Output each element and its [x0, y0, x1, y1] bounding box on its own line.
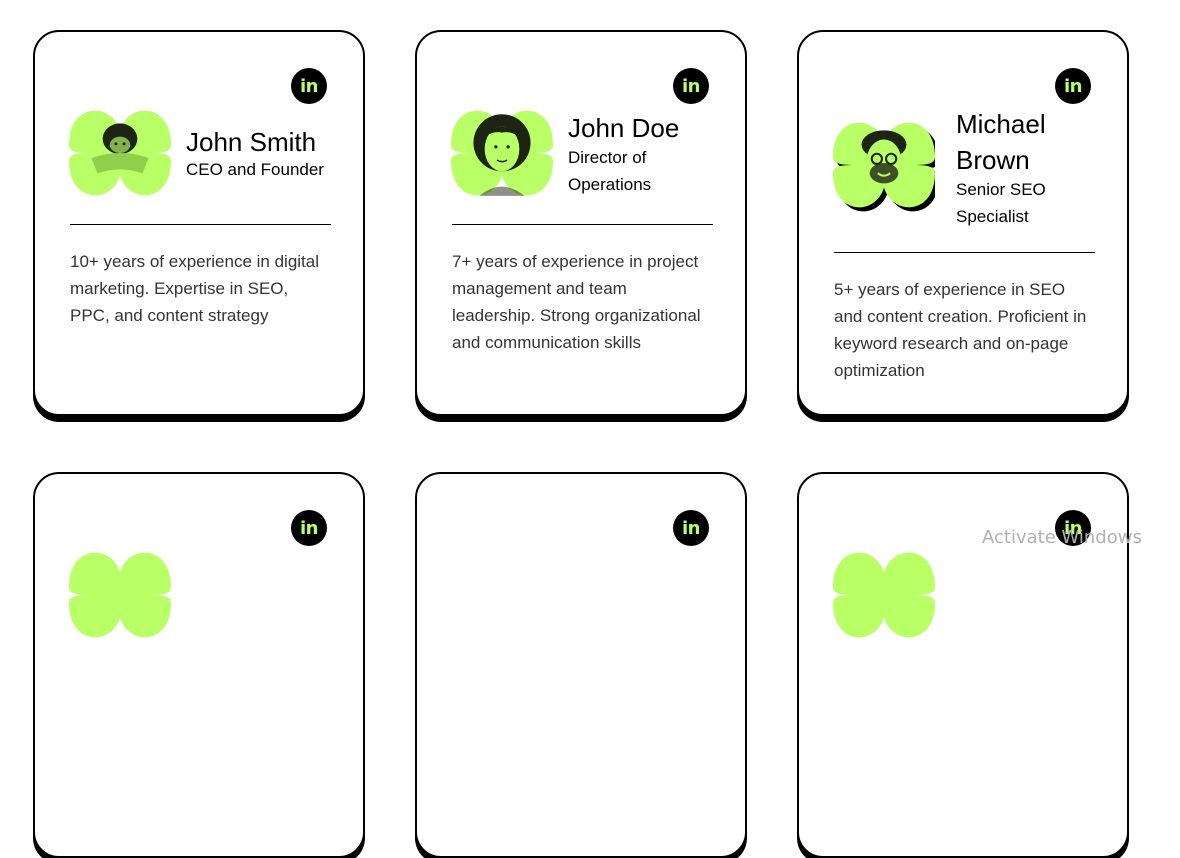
- linkedin-icon[interactable]: in: [291, 68, 327, 104]
- avatar: [451, 102, 553, 204]
- team-card-john-doe: in John Doe Director of Operations 7+ ye…: [415, 30, 747, 416]
- avatar: [833, 114, 935, 216]
- member-name: John Doe: [568, 113, 680, 143]
- member-role: Senior SEO Specialist: [956, 180, 1046, 226]
- linkedin-icon[interactable]: in: [673, 510, 709, 546]
- divider: [70, 224, 331, 225]
- member-role: CEO and Founder: [186, 160, 324, 179]
- activation-watermark: Activate Windows: [982, 527, 1142, 548]
- divider: [834, 252, 1095, 253]
- avatar: [833, 544, 935, 646]
- team-card: in: [33, 472, 365, 858]
- avatar: [69, 544, 171, 646]
- member-name: Michael Brown: [956, 109, 1046, 175]
- member-bio: 7+ years of experience in project manage…: [452, 252, 701, 352]
- member-bio: 5+ years of experience in SEO and conten…: [834, 280, 1087, 380]
- team-card: in: [415, 472, 747, 858]
- member-name: John Smith: [186, 127, 317, 157]
- member-bio: 10+ years of experience in digital marke…: [70, 252, 320, 325]
- team-card-john-smith: in John Smith CEO and Founder 10+ years …: [33, 30, 365, 416]
- team-card-michael-brown: in Michael Brown Senior SEO Specialist 5…: [797, 30, 1129, 416]
- member-role: Director of Operations: [568, 148, 652, 194]
- linkedin-icon[interactable]: in: [673, 68, 709, 104]
- linkedin-icon[interactable]: in: [1055, 68, 1091, 104]
- linkedin-icon[interactable]: in: [291, 510, 327, 546]
- divider: [452, 224, 713, 225]
- avatar: [69, 102, 171, 204]
